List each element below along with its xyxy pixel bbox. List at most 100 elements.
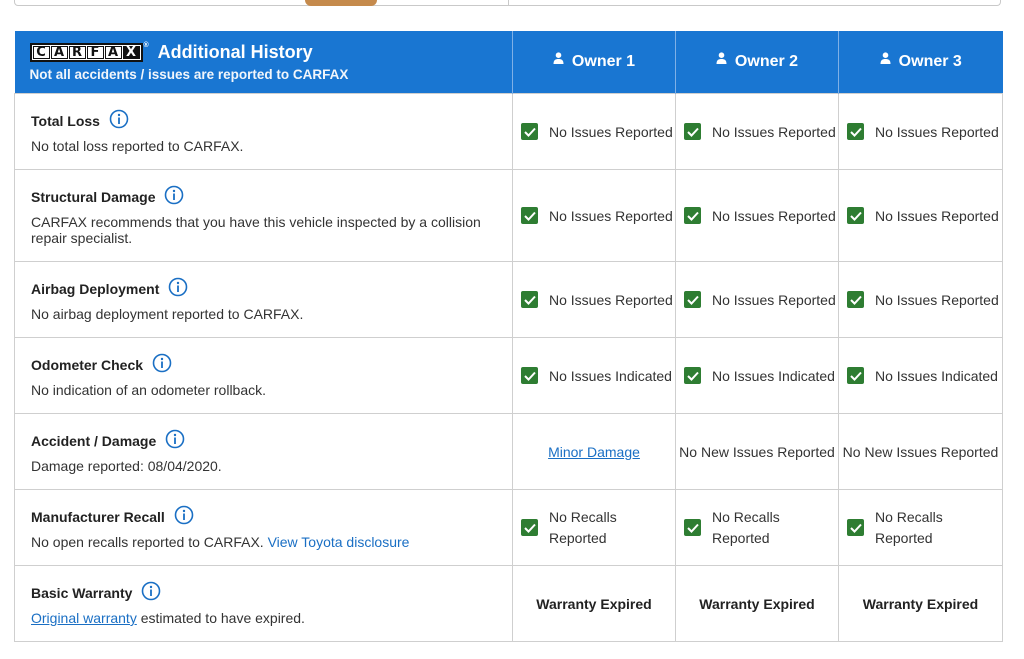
row-title: Airbag Deployment [31,280,160,297]
section-divider [508,0,509,6]
status-cell: No Issues Indicated [676,367,838,384]
info-icon[interactable] [168,277,188,300]
logo-letter: C [32,46,50,59]
status-text: No New Issues Reported [675,413,839,490]
owner-2-header: Owner 2 [675,31,839,94]
status-text: No Issues Indicated [549,367,672,384]
status-text: No Issues Reported [712,123,836,140]
person-icon [716,51,727,69]
owner-1-header: Owner 1 [512,31,676,94]
status-text: No New Issues Reported [838,413,1003,490]
row-title: Basic Warranty [31,584,133,601]
row-description-cell: Basic Warranty Original warranty estimat… [14,565,513,642]
row-description: CARFAX recommends that you have this veh… [31,214,481,246]
row-title: Total Loss [31,112,100,129]
status-text: No Issues Reported [875,291,999,308]
info-icon[interactable] [165,429,185,452]
row-description: No indication of an odometer rollback. [31,382,267,398]
checkbox-checked-icon [684,367,701,384]
status-text: No Issues Reported [712,291,836,308]
carfax-logo: C A R F A X [29,43,143,62]
logo-letter: A [50,46,68,59]
checkbox-checked-icon [847,519,864,536]
info-icon[interactable] [174,505,194,528]
status-cell: No Issues Reported [676,207,838,224]
status-text: No Issues Reported [875,207,999,224]
checkbox-checked-icon [684,207,701,224]
status-text: Warranty Expired [675,565,839,642]
status-text: No Issues Indicated [712,367,835,384]
status-text: Warranty Expired [838,565,1003,642]
status-cell: No Issues Indicated [839,367,1002,384]
status-cell: No Issues Reported [513,291,675,308]
person-icon [880,51,891,69]
info-icon[interactable] [109,109,129,132]
owner-label: Owner 3 [898,53,962,70]
info-icon[interactable] [152,353,172,376]
status-cell: No Issues Reported [839,291,1002,308]
row-description-cell: Accident / Damage Damage reported: 08/04… [14,413,513,490]
row-title: Accident / Damage [31,432,157,449]
checkbox-checked-icon [847,207,864,224]
status-text: No Issues Reported [875,123,999,140]
status-cell: No Issues Reported [839,123,1002,140]
checkbox-checked-icon [684,291,701,308]
owner-label: Owner 1 [571,53,636,70]
status-text: No Issues Reported [549,207,673,224]
owner-label: Owner 2 [734,53,799,70]
section-subtitle: Not all accidents / issues are reported … [29,67,349,82]
row-structural-damage: Structural Damage CARFAX recommends that… [14,169,1003,262]
status-text: No Issues Reported [712,207,836,224]
checkbox-checked-icon [521,207,538,224]
checkbox-checked-icon [847,367,864,384]
status-text: No Recalls Reported [712,508,780,546]
logo-letter: R [68,46,86,59]
row-odometer-check: Odometer Check No indication of an odome… [14,337,1003,414]
checkbox-checked-icon [847,291,864,308]
status-cell: No Issues Reported [839,207,1002,224]
checkbox-checked-icon [847,123,864,140]
status-text: No Issues Indicated [875,367,998,384]
row-total-loss: Total Loss No total loss reported to CAR… [14,93,1003,170]
row-title: Odometer Check [31,356,144,373]
section-title: Additional History [157,42,313,62]
vehicle-thumbnail-edge [305,0,377,6]
row-airbag-deployment: Airbag Deployment No airbag deployment r… [14,261,1003,338]
status-cell: No Issues Reported [676,123,838,140]
checkbox-checked-icon [521,123,538,140]
status-cell: No Issues Indicated [513,367,675,384]
minor-damage-link[interactable]: Minor Damage [548,444,640,460]
checkbox-checked-icon [521,291,538,308]
status-text: No Recalls Reported [549,508,617,546]
status-text: No Recalls Reported [875,508,943,546]
original-warranty-link[interactable]: Original warranty [31,610,137,626]
row-description-cell: Total Loss No total loss reported to CAR… [14,93,513,170]
status-text: No Issues Reported [549,123,673,140]
row-description-cell: Structural Damage CARFAX recommends that… [14,169,513,262]
checkbox-checked-icon [521,519,538,536]
owner-3-header: Owner 3 [838,31,1003,94]
info-icon[interactable] [141,581,161,604]
history-header-row: C A R F A X ® Additional History Not all… [14,31,1003,94]
row-title: Manufacturer Recall [31,508,165,525]
row-manufacturer-recall: Manufacturer Recall No open recalls repo… [14,489,1003,566]
row-description-cell: Airbag Deployment No airbag deployment r… [14,261,513,338]
row-basic-warranty: Basic Warranty Original warranty estimat… [14,565,1003,642]
additional-history-table: C A R F A X ® Additional History Not all… [14,31,1003,642]
status-cell: No Recalls Reported [676,507,838,549]
row-accident-damage: Accident / Damage Damage reported: 08/04… [14,413,1003,490]
checkbox-checked-icon [521,367,538,384]
row-description: No total loss reported to CARFAX. [31,138,244,154]
person-icon [553,51,564,69]
previous-section-edge [14,0,1001,6]
history-header: C A R F A X ® Additional History Not all… [14,31,513,94]
row-title: Structural Damage [31,188,156,205]
status-text: No Issues Reported [549,291,673,308]
row-description: No open recalls reported to CARFAX. [31,534,264,550]
toyota-disclosure-link[interactable]: View Toyota disclosure [268,534,410,550]
row-description-cell: Manufacturer Recall No open recalls repo… [14,489,513,566]
row-description-cell: Odometer Check No indication of an odome… [14,337,513,414]
info-icon[interactable] [164,185,184,208]
row-description: No airbag deployment reported to CARFAX. [31,306,304,322]
logo-letter: X [122,46,140,59]
